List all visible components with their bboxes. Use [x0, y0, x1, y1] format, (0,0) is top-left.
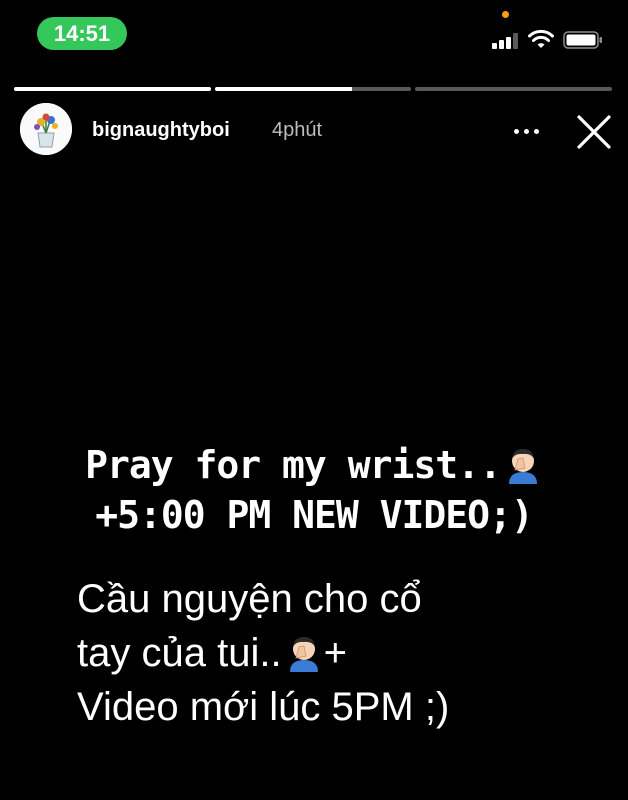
story-header: bignaughtyboi 4phút	[0, 100, 628, 160]
close-icon[interactable]	[574, 112, 614, 152]
cellular-signal-icon	[492, 33, 520, 49]
story-username[interactable]: bignaughtyboi	[92, 119, 230, 142]
story-text-line: tay của tui.. +	[77, 631, 347, 675]
story-screen: 14:51 bignaughtyboi 4phút Pray for my wr…	[0, 0, 628, 800]
status-time[interactable]: 14:51	[37, 17, 127, 50]
man-facepalming-icon	[503, 444, 543, 484]
privacy-indicator-icon	[502, 11, 509, 18]
story-progress-segment	[415, 87, 613, 91]
avatar[interactable]	[20, 103, 72, 155]
story-progress-segment	[214, 87, 412, 91]
story-text-english: Pray for my wrist.. +5:00 PM NEW VIDEO;)	[0, 440, 628, 540]
flower-vase-avatar-icon	[20, 103, 72, 155]
man-facepalming-icon	[284, 632, 324, 672]
story-progress-fill	[214, 87, 353, 91]
story-progress	[14, 87, 613, 91]
battery-icon	[563, 31, 602, 49]
status-bar: 14:51	[0, 0, 628, 70]
story-text-line: Video mới lúc 5PM ;)	[77, 685, 450, 729]
story-progress-fill	[14, 87, 211, 91]
story-time-ago: 4phút	[272, 119, 323, 141]
story-text-line: +5:00 PM NEW VIDEO;)	[95, 493, 534, 537]
story-progress-segment	[14, 87, 211, 91]
story-text-line: Cầu nguyện cho cổ	[77, 577, 422, 621]
more-options-icon[interactable]	[510, 116, 544, 146]
story-text-line: Pray for my wrist..	[0, 440, 628, 490]
wifi-icon	[528, 29, 554, 48]
story-text-vietnamese: Cầu nguyện cho cổ tay của tui.. + Video m…	[77, 572, 617, 734]
